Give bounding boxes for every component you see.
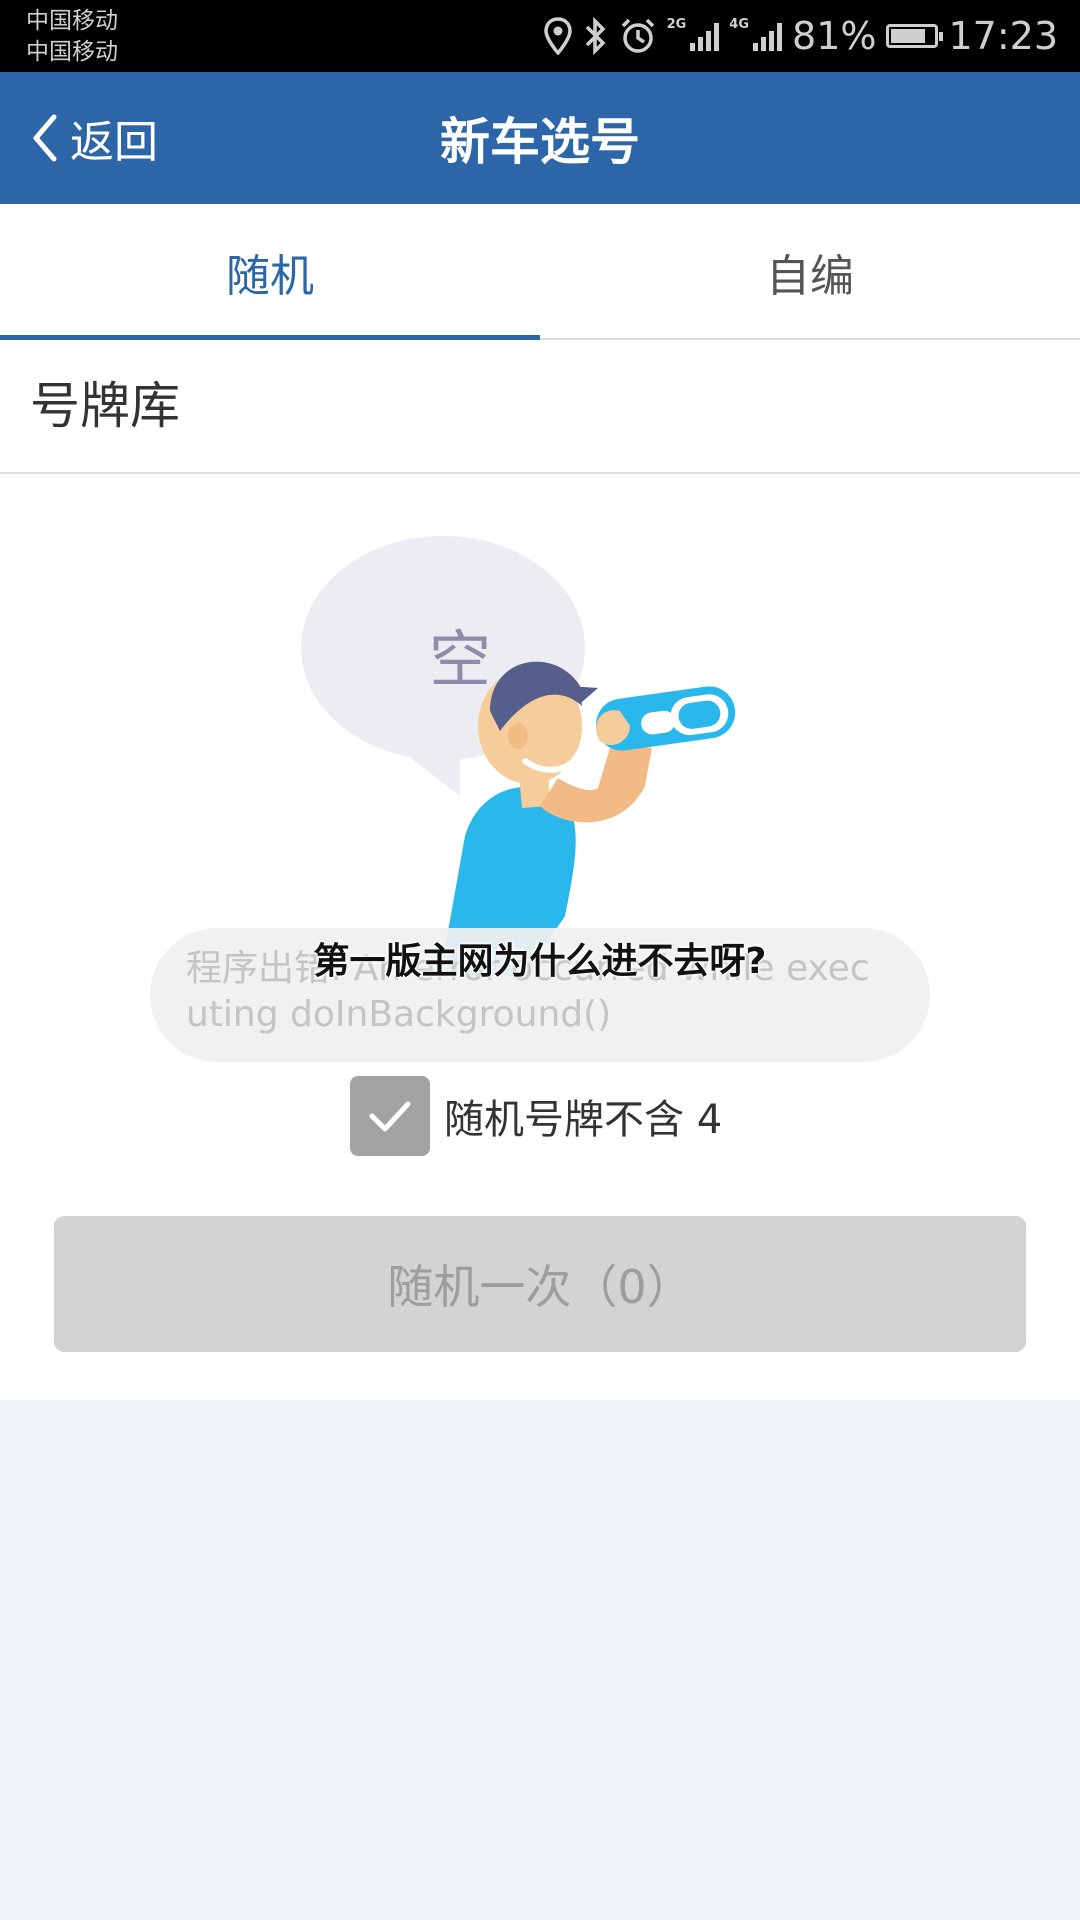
tab-bar: 随机 自编 — [0, 204, 1080, 342]
signal-icon-2 — [753, 21, 783, 51]
tab-custom[interactable]: 自编 — [540, 204, 1080, 340]
battery-percent: 81% — [792, 14, 877, 58]
plate-pool-header: 号牌库 — [0, 340, 1080, 474]
battery-fill — [891, 29, 925, 43]
clock: 17:23 — [948, 14, 1058, 58]
checkmark-icon — [366, 1092, 414, 1140]
section-title: 号牌库 — [30, 377, 180, 435]
alarm-icon — [619, 17, 657, 55]
status-bar: 中国移动 中国移动 2G 4G 81% 17:23 — [0, 0, 1080, 72]
bluetooth-icon — [583, 17, 609, 55]
exclude-four-option[interactable]: 随机号牌不含 4 — [350, 1076, 722, 1156]
overlay-caption: 第一版主网为什么进不去呀? — [313, 941, 767, 982]
carrier-labels: 中国移动 中国移动 — [26, 6, 118, 68]
signal-icon — [690, 21, 720, 51]
random-once-button[interactable]: 随机一次（0） — [54, 1216, 1026, 1352]
exclude-four-label: 随机号牌不含 4 — [444, 1097, 723, 1143]
battery-icon — [886, 24, 944, 48]
network-type-1: 2G — [666, 16, 687, 32]
network-type-2: 4G — [729, 16, 750, 32]
carrier-2: 中国移动 — [26, 39, 118, 65]
page-title: 新车选号 — [440, 113, 640, 171]
empty-state-illustration: 空 — [300, 536, 770, 976]
navigation-bar: 返回 新车选号 — [0, 72, 1080, 204]
location-icon — [543, 17, 573, 55]
exclude-four-checkbox[interactable] — [350, 1076, 430, 1156]
empty-text: 空 — [429, 623, 491, 696]
carrier-1: 中国移动 — [26, 8, 118, 34]
tab-random[interactable]: 随机 — [0, 204, 540, 342]
status-icons: 2G 4G 81% 17:23 — [543, 12, 1058, 60]
